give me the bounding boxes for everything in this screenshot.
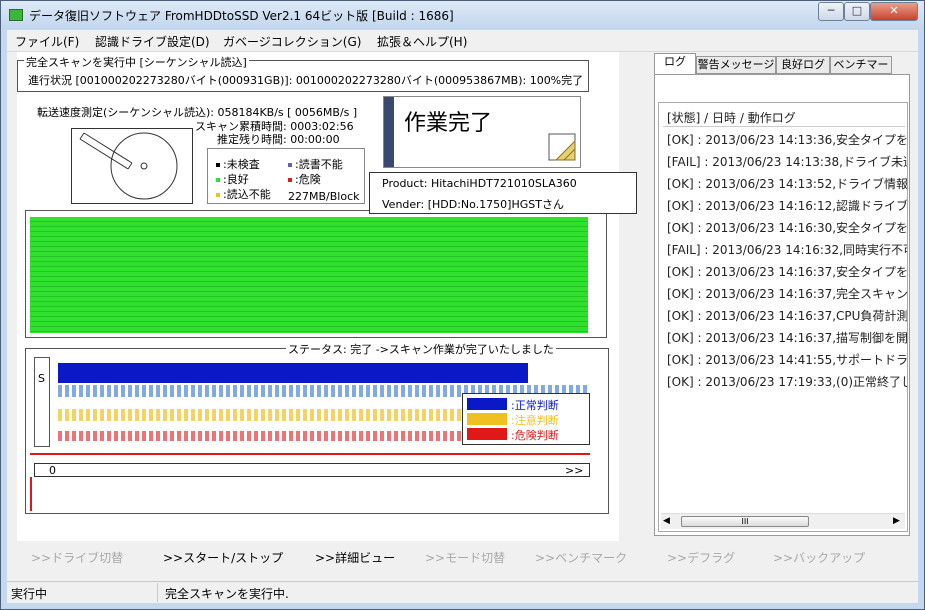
s-label: S: [38, 372, 45, 385]
work-status-title: 作業完了: [404, 111, 493, 136]
scroll-start-label: 0: [49, 464, 56, 477]
log-entry: [FAIL] : 2013/06/23 14:16:32,同時実行不可: [667, 243, 908, 257]
scroll-right-arrow-icon[interactable]: ▶: [893, 516, 900, 526]
log-list[interactable]: [状態] / 日時 / 動作ログ [OK] : 2013/06/23 14:13…: [658, 102, 908, 532]
drive-info-box: Product: HitachiHDT721010SLA360 Vender: …: [369, 172, 637, 214]
status-state: 実行中: [11, 587, 48, 601]
defrag-button[interactable]: >>デフラグ: [667, 549, 735, 566]
legend-danger: :危険: [288, 171, 321, 187]
normal-label: :正常判断: [511, 399, 559, 412]
legend-unreadable: :読込不能: [216, 186, 271, 202]
log-entry: [FAIL] : 2013/06/23 14:13:38,ドライブ未追: [667, 155, 908, 169]
log-entry: [OK] : 2013/06/23 14:16:37,CPU負荷計測す: [667, 309, 908, 323]
scan-group-title: 完全スキャンを実行中 [シーケンシャル読込]: [24, 54, 249, 70]
caution-swatch: [467, 413, 507, 425]
scroll-left-arrow-icon[interactable]: ◀: [663, 516, 670, 526]
minimize-button[interactable]: ─: [818, 2, 844, 21]
log-entry: [OK] : 2013/06/23 14:13:36,安全タイプを選: [667, 133, 908, 147]
app-window: データ復旧ソフトウェア FromHDDtoSSD Ver2.1 64ビット版 […: [0, 0, 925, 610]
normal-judgment-bar: [58, 363, 528, 383]
log-horizontal-scrollbar[interactable]: ◀ III ▶: [661, 513, 905, 529]
log-entry: [OK] : 2013/06/23 14:16:37,完全スキャンを: [667, 287, 908, 301]
backup-button[interactable]: >>バックアップ: [773, 549, 865, 566]
benchmark-button[interactable]: >>ベンチマーク: [535, 549, 627, 566]
start-stop-button[interactable]: >>スタート/ストップ: [163, 549, 283, 566]
title-bar[interactable]: データ復旧ソフトウェア FromHDDtoSSD Ver2.1 64ビット版 […: [1, 1, 924, 29]
menu-bar: ファイル(F) 認識ドライブ設定(D) ガベージコレクション(G) 拡張＆ヘルプ…: [7, 30, 918, 52]
tab-benchmark[interactable]: ベンチマーク: [830, 56, 892, 87]
log-entry: [OK] : 2013/06/23 14:13:52,ドライブ情報を: [667, 177, 908, 191]
bottom-toolbar: >>ドライブ切替 >>スタート/ストップ >>詳細ビュー >>モード切替 >>ベ…: [7, 543, 918, 581]
log-entry: [OK] : 2013/06/23 14:16:12,認識ドライブの: [667, 199, 908, 213]
legend-good: :良好: [216, 171, 249, 187]
status-bar: 実行中 完全スキャンを実行中.: [7, 581, 918, 603]
legend: :未検査 :読書不能 :良好 :危険 :読込不能 227MB/Block: [207, 148, 365, 204]
log-entry: [OK] : 2013/06/23 14:16:37,描写制御を開始: [667, 331, 908, 345]
judgment-legend: :正常判断 :注意判断 :危険判断: [462, 393, 590, 445]
drive-switch-button[interactable]: >>ドライブ切替: [31, 549, 123, 566]
scan-progress-group: 完全スキャンを実行中 [シーケンシャル読込] 進行状況 [00100020227…: [17, 54, 589, 92]
log-panel: ログ 警告メッセージ 良好ログ ベンチマーク [状態] / 日時 / 動作ログ …: [650, 52, 918, 541]
work-status-box: 作業完了: [383, 96, 581, 168]
log-header: [状態] / 日時 / 動作ログ: [667, 111, 796, 125]
detail-view-button[interactable]: >>詳細ビュー: [315, 549, 395, 566]
s-gauge: S: [34, 357, 50, 447]
app-icon: [9, 9, 23, 21]
progress-text: 進行状況 [001000202273280バイト(000931GB)]: 001…: [28, 74, 584, 87]
menu-file[interactable]: ファイル(F): [15, 33, 79, 50]
log-entry: [OK] : 2013/06/23 17:19:33,(0)正常終了し: [667, 375, 908, 389]
status-panel: ステータス: 完了 ->スキャン作業が完了いたしました S :正常判断 :注意判…: [25, 341, 609, 514]
scan-map-good: [30, 217, 588, 333]
log-header-divider: [663, 126, 905, 127]
status-message: 完全スキャンを実行中.: [165, 587, 289, 601]
client-area: 完全スキャンを実行中 [シーケンシャル読込] 進行状況 [00100020227…: [7, 52, 918, 581]
menu-garbage-collection[interactable]: ガベージコレクション(G): [223, 33, 361, 50]
window-title: データ復旧ソフトウェア FromHDDtoSSD Ver2.1 64ビット版 […: [29, 9, 454, 23]
log-entry: [OK] : 2013/06/23 14:41:55,サポートドライ: [667, 353, 908, 367]
status-title: ステータス: 完了 ->スキャン作業が完了いたしました: [286, 341, 556, 357]
accent-bar: [384, 97, 394, 167]
legend-unchecked: :未検査: [216, 156, 260, 172]
tab-log[interactable]: ログ: [654, 53, 696, 74]
normal-swatch: [467, 398, 507, 410]
remaining-time: 推定残り時間: 00:00:00: [217, 133, 340, 146]
close-button[interactable]: ✕: [870, 2, 918, 21]
maximize-button[interactable]: □: [844, 2, 870, 21]
log-entry: [OK] : 2013/06/23 14:16:37,安全タイプを選: [667, 265, 908, 279]
danger-label: :危険判断: [511, 429, 559, 442]
scroll-end-button[interactable]: >>: [565, 464, 583, 477]
scroll-thumb-grip: III: [741, 517, 749, 526]
note-icon: [548, 133, 576, 161]
legend-write-fail: :読書不能: [288, 156, 343, 172]
mode-switch-button[interactable]: >>モード切替: [425, 549, 505, 566]
caution-label: :注意判断: [511, 414, 559, 427]
log-entry: [OK] : 2013/06/23 14:16:30,安全タイプを選: [667, 221, 908, 235]
tab-good-log[interactable]: 良好ログ: [776, 56, 830, 74]
scroll-thumb[interactable]: III: [681, 516, 809, 527]
red-rule: [30, 453, 590, 455]
status-divider: [157, 583, 158, 602]
red-marker: [30, 477, 32, 511]
block-size: 227MB/Block: [288, 190, 360, 203]
danger-swatch: [467, 428, 507, 440]
scan-panel: 完全スキャンを実行中 [シーケンシャル読込] 進行状況 [00100020227…: [17, 52, 637, 541]
scan-map: [25, 210, 607, 338]
drive-vendor: Vender: [HDD:No.1750]HGSTさん: [382, 198, 564, 211]
menu-help[interactable]: 拡張＆ヘルプ(H): [377, 33, 467, 50]
drive-product: Product: HitachiHDT721010SLA360: [382, 177, 577, 190]
hdd-icon: [71, 128, 193, 204]
position-scrollbar[interactable]: 0 >>: [34, 463, 590, 477]
menu-drive-settings[interactable]: 認識ドライブ設定(D): [95, 33, 210, 50]
tab-warning-messages[interactable]: 警告メッセージ: [696, 56, 776, 74]
